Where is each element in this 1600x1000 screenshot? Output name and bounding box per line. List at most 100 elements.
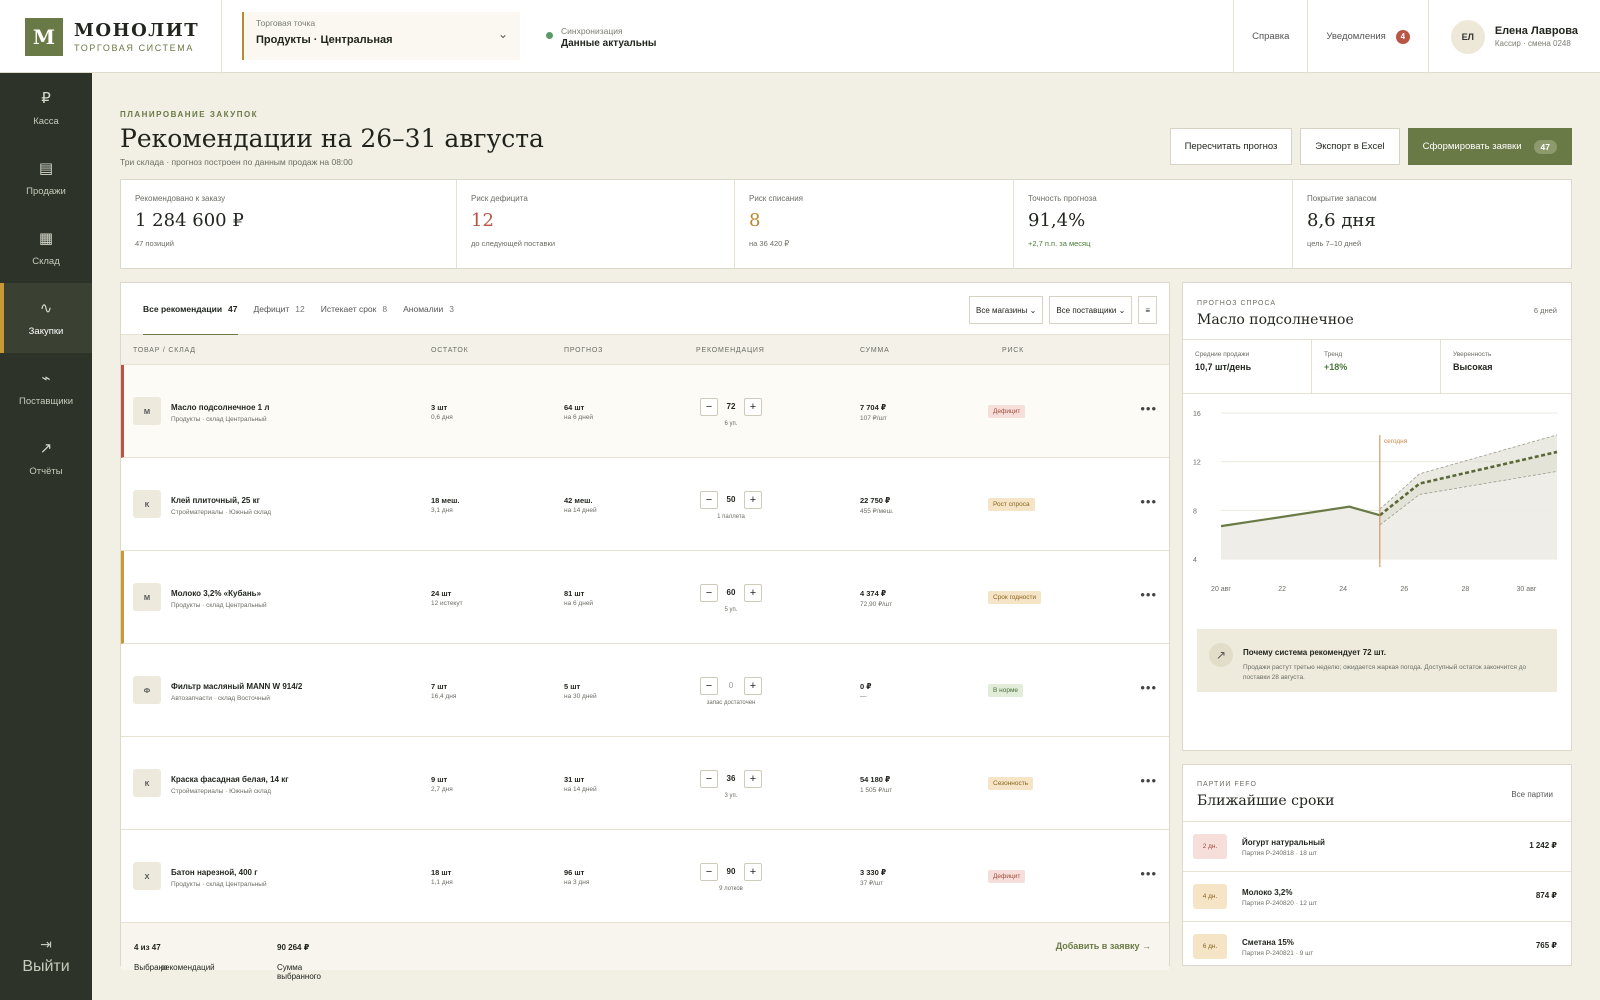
increase-quantity-button[interactable]: +: [744, 491, 762, 509]
more-actions-icon[interactable]: •••: [1140, 401, 1157, 416]
more-actions-icon[interactable]: •••: [1140, 866, 1157, 881]
quantity-input[interactable]: 72: [718, 402, 744, 411]
quantity-note: 9 лотков: [719, 886, 743, 892]
unit-price: 1 505 ₽/шт: [860, 787, 893, 794]
sum-value: 0 ₽: [860, 682, 872, 691]
risk-badge: В норме: [988, 684, 1024, 697]
increase-quantity-button[interactable]: +: [744, 863, 762, 881]
increase-quantity-button[interactable]: +: [744, 770, 762, 788]
table-row[interactable]: М Масло подсолнечное 1 л Продукты · склад …: [121, 365, 1169, 458]
quantity-note: 1 паллета: [717, 514, 745, 520]
table-row[interactable]: Х Батон нарезной, 400 г Продукты · склад Ц…: [121, 830, 1169, 923]
sidebar-item-suppliers[interactable]: ⌁ Поставщики: [0, 353, 92, 423]
stock-value: 7 шт: [431, 682, 448, 691]
suppliers-filter-select[interactable]: Все поставщики ⌄: [1049, 296, 1133, 324]
decrease-quantity-button[interactable]: −: [700, 491, 718, 509]
increase-quantity-button[interactable]: +: [744, 677, 762, 695]
quantity-input[interactable]: 0: [718, 681, 744, 690]
sidebar-item-warehouse[interactable]: ▦ Склад: [0, 213, 92, 283]
sidebar-item-sales[interactable]: ▤ Продажи: [0, 143, 92, 213]
all-batches-link[interactable]: Все партии: [1511, 790, 1553, 799]
notifications-link[interactable]: Уведомления 4: [1307, 0, 1427, 73]
logout-button[interactable]: ⇥ Выйти: [0, 936, 92, 976]
quantity-note: 6 уп.: [724, 421, 738, 427]
export-excel-button[interactable]: Экспорт в Excel: [1300, 128, 1400, 165]
more-actions-icon[interactable]: •••: [1140, 680, 1157, 695]
recommendations-panel: Все рекомендации 47 Дефицит 12 Истекает ср…: [120, 282, 1170, 981]
tab-anomalies[interactable]: Аномалии 3: [403, 283, 454, 335]
tab-expiring[interactable]: Истекает срок 8: [321, 283, 387, 335]
forecast-stat-confidence: Уверенность Высокая: [1453, 351, 1493, 372]
kpi-shortage-risk: Риск дефицита 12 до следующей поставки: [457, 180, 735, 268]
decrease-quantity-button[interactable]: −: [700, 770, 718, 788]
decrease-quantity-button[interactable]: −: [700, 677, 718, 695]
stores-filter-select[interactable]: Все магазины ⌄: [969, 296, 1044, 324]
recalculate-forecast-button[interactable]: Пересчитать прогноз: [1169, 128, 1293, 165]
sidebar-item-reports[interactable]: ↗ Отчёты: [0, 423, 92, 493]
create-orders-button[interactable]: Сформировать заявки 47: [1407, 128, 1572, 165]
more-actions-icon[interactable]: •••: [1140, 773, 1157, 788]
decrease-quantity-button[interactable]: −: [700, 398, 718, 416]
increase-quantity-button[interactable]: +: [744, 584, 762, 602]
add-to-order-link[interactable]: Добавить в заявку →: [1056, 941, 1151, 951]
product-thumbnail: М: [133, 583, 161, 611]
risk-badge: Сезонность: [988, 777, 1034, 790]
product-name[interactable]: Масло подсолнечное 1 л: [171, 403, 269, 412]
sum-value: 3 330 ₽: [860, 868, 887, 877]
table-row[interactable]: К Клей плиточный, 25 кг Стройматериалы · Ю…: [121, 458, 1169, 551]
explanation-title: Почему система рекомендует 72 шт.: [1243, 648, 1386, 657]
unit-price: —: [860, 693, 867, 700]
table-header: ТОВАР / СКЛАД ОСТАТОК ПРОГНОЗ РЕКОМЕНДАЦ…: [121, 335, 1169, 365]
store-value: Продукты · Центральная: [256, 34, 393, 46]
more-actions-icon[interactable]: •••: [1140, 494, 1157, 509]
table-row[interactable]: Ф Фильтр масляный MANN W 914/2 Автозапчаст…: [121, 644, 1169, 737]
quantity-input[interactable]: 50: [718, 495, 744, 504]
increase-quantity-button[interactable]: +: [744, 398, 762, 416]
stock-value: 24 шт: [431, 589, 452, 598]
table-row[interactable]: К Краска фасадная белая, 14 кг Стройматери…: [121, 737, 1169, 830]
sync-status: Синхронизация Данные актуальны: [546, 26, 656, 72]
quantity-note: 5 уп.: [724, 607, 738, 613]
selection-summary: Выбрано 4 из 47 рекомендаций: [134, 943, 215, 972]
brand-subtitle: ТОРГОВАЯ СИСТЕМА: [74, 43, 194, 53]
list-item[interactable]: 2 дн. Йогурт натуральный Партия P-240818 ·…: [1183, 821, 1571, 871]
tab-all[interactable]: Все рекомендации 47: [143, 283, 238, 336]
stock-days: 2,7 дня: [431, 786, 453, 793]
quantity-input[interactable]: 90: [718, 867, 744, 876]
quantity-input[interactable]: 36: [718, 774, 744, 783]
demand-forecast-panel: ПРОГНОЗ СПРОСА Масло подсолнечное 6 дней…: [1182, 282, 1572, 751]
product-name[interactable]: Фильтр масляный MANN W 914/2: [171, 682, 302, 691]
product-name[interactable]: Клей плиточный, 25 кг: [171, 496, 260, 505]
batch-product-name: Сметана 15%: [1242, 938, 1294, 947]
tab-shortage[interactable]: Дефицит 12: [254, 283, 305, 335]
unit-price: 455 ₽/меш.: [860, 508, 894, 515]
more-actions-icon[interactable]: •••: [1140, 587, 1157, 602]
x-tick-label: 20 авг: [1211, 586, 1231, 593]
decrease-quantity-button[interactable]: −: [700, 584, 718, 602]
product-name[interactable]: Батон нарезной, 400 г: [171, 868, 258, 877]
product-name[interactable]: Краска фасадная белая, 14 кг: [171, 775, 289, 784]
brand[interactable]: M МОНОЛИТ ТОРГОВАЯ СИСТЕМА: [0, 0, 222, 73]
brand-logo-mark: M: [25, 17, 63, 56]
batch-amount: 1 242 ₽: [1529, 841, 1557, 850]
list-item[interactable]: 4 дн. Молоко 3,2% Партия P-240820 · 12 шт 8…: [1183, 871, 1571, 921]
quantity-input[interactable]: 60: [718, 588, 744, 597]
receipt-icon: ▤: [38, 160, 54, 177]
sum-value: 4 374 ₽: [860, 589, 887, 598]
fefo-caption: ПАРТИИ FEFO: [1197, 781, 1258, 788]
sidebar-item-cashier[interactable]: ₽ Касса: [0, 73, 92, 143]
product-meta: Автозапчасти · склад Восточный: [171, 695, 270, 702]
sidebar-item-purchases[interactable]: ∿ Закупки: [0, 283, 92, 353]
decrease-quantity-button[interactable]: −: [700, 863, 718, 881]
today-label: сегодня: [1384, 438, 1408, 445]
help-link[interactable]: Справка: [1233, 0, 1307, 73]
user-name: Елена Лаврова: [1494, 25, 1578, 37]
product-name[interactable]: Молоко 3,2% «Кубань»: [171, 589, 261, 598]
more-filters-icon[interactable]: ≡: [1138, 296, 1157, 324]
user-menu[interactable]: ЕЛ Елена Лаврова Кассир · смена 0248: [1427, 0, 1600, 73]
table-row[interactable]: М Молоко 3,2% «Кубань» Продукты · склад Це…: [121, 551, 1169, 644]
list-item[interactable]: 6 дн. Сметана 15% Партия P-240821 · 9 шт 76…: [1183, 921, 1571, 971]
product-thumbnail: К: [133, 490, 161, 518]
store-selector[interactable]: Торговая точка Продукты · Центральная ⌄: [242, 12, 520, 60]
store-caption: Торговая точка: [256, 18, 316, 28]
